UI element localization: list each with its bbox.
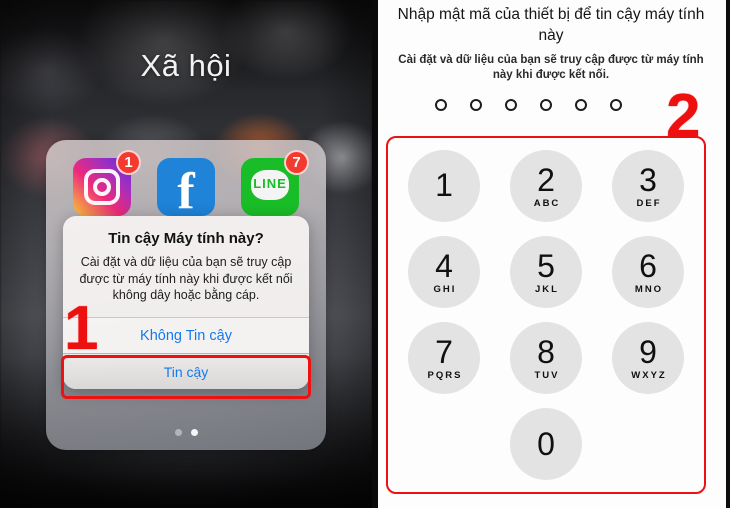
passcode-dot bbox=[574, 99, 587, 111]
facebook-icon: f bbox=[157, 158, 215, 216]
left-panel-home-screen: Xã hội 1 f LINE 7 Tin cậy Máy tính này? … bbox=[0, 0, 372, 508]
app-icon-line[interactable]: LINE 7 bbox=[241, 150, 309, 216]
passcode-dot bbox=[504, 99, 517, 111]
line-wordmark: LINE bbox=[253, 176, 287, 191]
passcode-subtitle: Cài đặt và dữ liệu của bạn sẽ truy cập đ… bbox=[398, 54, 704, 81]
app-icon-instagram[interactable]: 1 bbox=[73, 150, 141, 216]
folder-title: Xã hội bbox=[140, 48, 232, 83]
passcode-dot bbox=[469, 99, 482, 111]
dont-trust-button[interactable]: Không Tin cậy bbox=[63, 316, 309, 353]
passcode-dot bbox=[609, 99, 622, 111]
trust-button-highlight bbox=[61, 355, 311, 399]
facebook-f-glyph: f bbox=[177, 163, 195, 217]
page-dot[interactable] bbox=[174, 429, 182, 436]
panel-divider bbox=[372, 0, 378, 508]
instagram-lens-shape bbox=[93, 178, 111, 196]
passcode-dot bbox=[434, 99, 447, 111]
passcode-title: Nhập mật mã của thiết bị để tin cậy máy … bbox=[397, 6, 705, 44]
dialog-title: Tin cậy Máy tính này? bbox=[108, 230, 264, 247]
right-panel-passcode-screen: Nhập mật mã của thiết bị để tin cậy máy … bbox=[372, 0, 730, 508]
dialog-body: Tin cậy Máy tính này? Cài đặt và dữ liệu… bbox=[63, 216, 309, 317]
badge-line: 7 bbox=[284, 150, 309, 175]
right-edge-strip bbox=[726, 0, 730, 508]
page-dot-active[interactable] bbox=[190, 429, 198, 436]
keypad-highlight bbox=[386, 136, 706, 494]
folder-page-dots bbox=[46, 429, 326, 436]
dialog-message: Cài đặt và dữ liệu của bạn sẽ truy cập đ… bbox=[79, 255, 293, 302]
badge-instagram: 1 bbox=[116, 150, 141, 175]
step-marker-2: 2 bbox=[666, 82, 701, 151]
passcode-dot bbox=[539, 99, 552, 111]
app-icon-row: 1 f LINE 7 bbox=[46, 150, 326, 216]
tutorial-screenshot: Xã hội 1 f LINE 7 Tin cậy Máy tính này? … bbox=[0, 0, 730, 508]
step-marker-1: 1 bbox=[64, 294, 99, 363]
app-icon-facebook[interactable]: f bbox=[157, 158, 215, 216]
